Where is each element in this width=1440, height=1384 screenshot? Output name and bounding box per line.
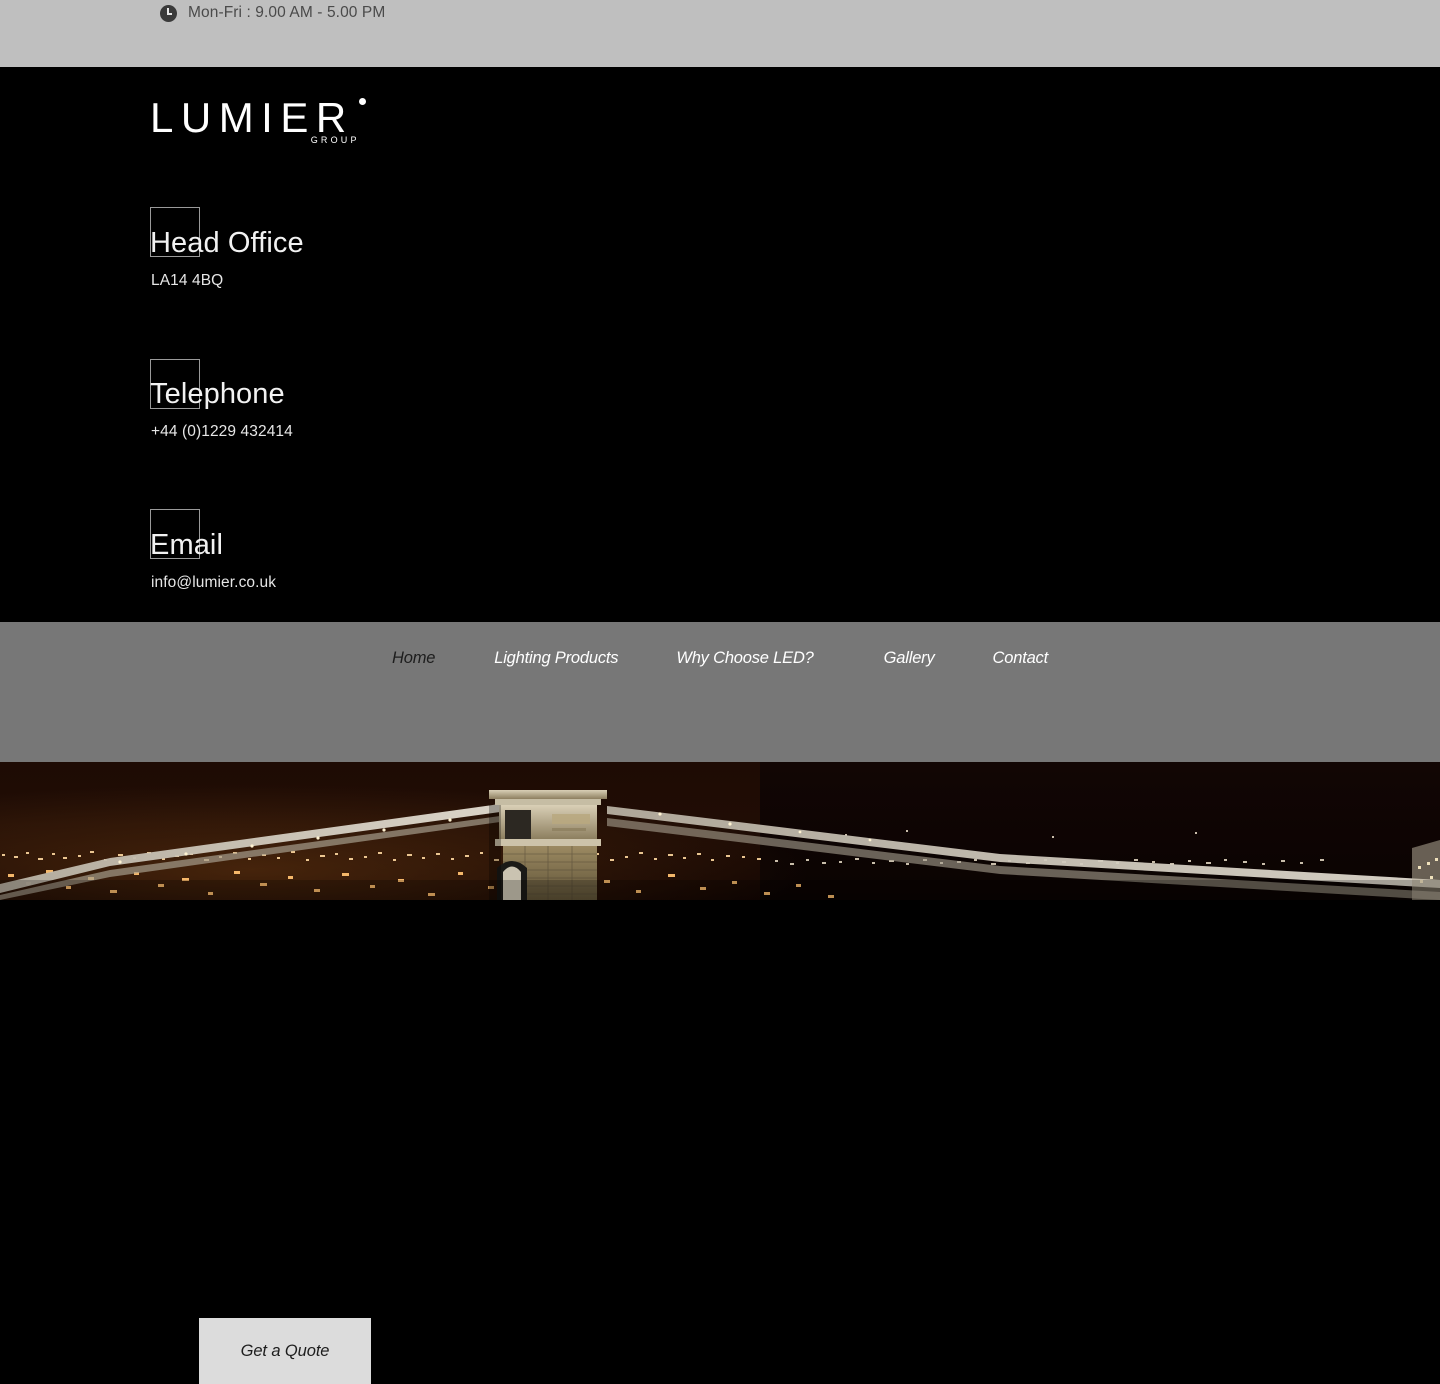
nav-item-contact[interactable]: Contact xyxy=(993,649,1048,668)
nav-item-lighting-products[interactable]: Lighting Products xyxy=(494,649,618,668)
top-info-bar: Mon-Fri : 9.00 AM - 5.00 PM xyxy=(0,0,1440,67)
head-office-value: LA14 4BQ xyxy=(151,271,223,291)
hero-image-artwork xyxy=(0,762,1440,900)
nav-list: Home Lighting Products Why Choose LED? G… xyxy=(0,640,1440,676)
lumier-logo[interactable]: LUMIER GROUP xyxy=(150,96,354,140)
email-value[interactable]: info@lumier.co.uk xyxy=(151,573,276,593)
head-office-heading: Head Office xyxy=(150,227,304,259)
clock-icon xyxy=(160,5,177,22)
hero-night-bridge-image xyxy=(0,762,1440,900)
opening-hours-text: Mon-Fri : 9.00 AM - 5.00 PM xyxy=(188,4,385,22)
nav-item-gallery[interactable]: Gallery xyxy=(884,649,935,668)
main-navigation-bar: Home Lighting Products Why Choose LED? G… xyxy=(0,622,1440,762)
logo-degree-icon xyxy=(359,98,366,105)
footer-contact-panel: LUMIER GROUP Head Office LA14 4BQ Teleph… xyxy=(0,67,1440,622)
logo-wordmark: LUMIER xyxy=(150,96,354,140)
logo-subtitle: GROUP xyxy=(311,135,360,145)
opening-hours: Mon-Fri : 9.00 AM - 5.00 PM xyxy=(160,3,385,23)
email-heading: Email xyxy=(150,529,223,561)
telephone-heading: Telephone xyxy=(150,378,285,410)
get-a-quote-button[interactable]: Get a Quote xyxy=(199,1318,371,1384)
nav-item-why-choose-led[interactable]: Why Choose LED? xyxy=(676,649,813,668)
telephone-value[interactable]: +44 (0)1229 432414 xyxy=(151,422,293,442)
nav-item-home[interactable]: Home xyxy=(392,649,435,668)
